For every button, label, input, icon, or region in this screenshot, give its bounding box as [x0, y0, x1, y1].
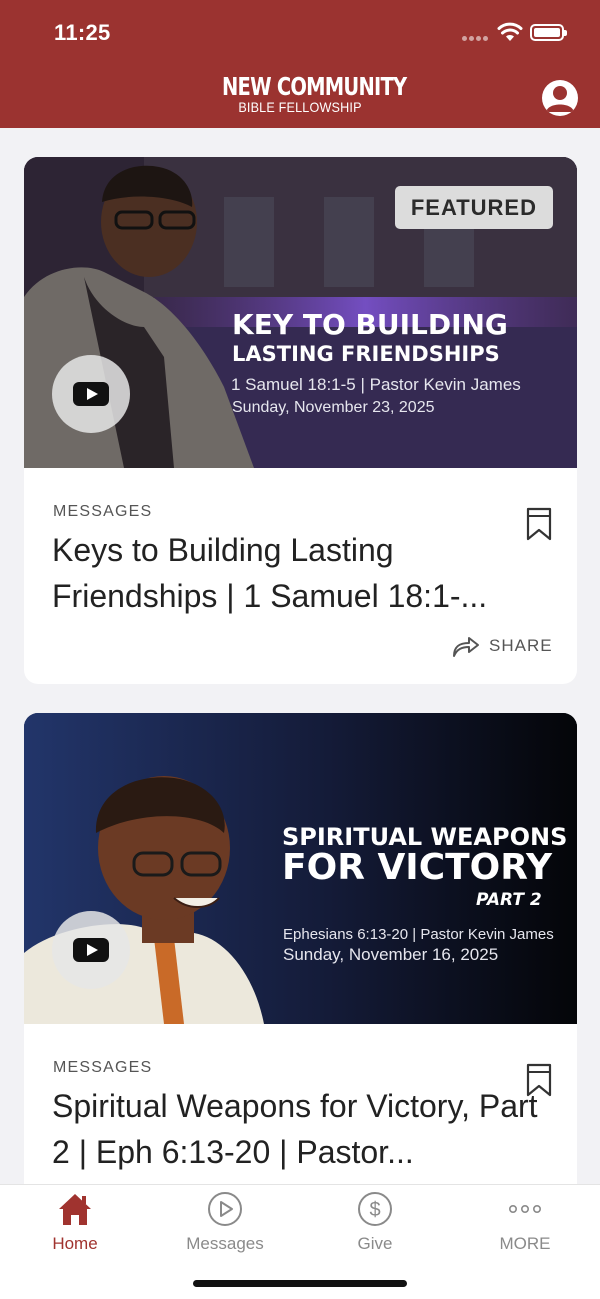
- message-card[interactable]: SPIRITUAL WEAPONS FOR VICTORY PART 2 Eph…: [24, 713, 577, 1233]
- share-label: SHARE: [489, 636, 553, 655]
- message-card[interactable]: FEATURED KEY TO BUILDING LASTING FRIENDS…: [24, 157, 577, 684]
- tab-home[interactable]: Home: [0, 1185, 150, 1265]
- tab-give[interactable]: $ Give: [300, 1185, 450, 1265]
- tab-messages-label: Messages: [186, 1234, 264, 1253]
- bookmark-icon[interactable]: [526, 507, 552, 541]
- tab-home-label: Home: [52, 1234, 98, 1253]
- thumbnail-date: Sunday, November 16, 2025: [283, 945, 499, 964]
- play-icon: [73, 382, 109, 406]
- play-circle-icon: [208, 1192, 242, 1226]
- message-thumbnail[interactable]: SPIRITUAL WEAPONS FOR VICTORY PART 2 Eph…: [24, 713, 577, 1024]
- status-time: 11:25: [54, 20, 111, 45]
- play-button[interactable]: [52, 355, 130, 433]
- profile-button[interactable]: [542, 80, 578, 116]
- home-icon: [59, 1194, 91, 1225]
- tab-give-label: Give: [357, 1234, 393, 1253]
- wifi-icon: [497, 22, 523, 41]
- logo-line-1: NEW COMMUNITY: [222, 72, 407, 101]
- thumbnail-title-line-2: FOR VICTORY: [282, 847, 553, 888]
- message-thumbnail[interactable]: FEATURED KEY TO BUILDING LASTING FRIENDS…: [24, 157, 577, 468]
- dollar-circle-icon: $: [358, 1192, 392, 1226]
- message-title[interactable]: Keys to Building Lasting Friendships | 1…: [52, 527, 552, 619]
- app-header: 11:25 NEW COMMUNITY BIBLE FELLOWSHIP: [0, 0, 600, 128]
- cellular-signal-icon: [462, 36, 490, 41]
- svg-text:$: $: [369, 1199, 380, 1221]
- featured-badge: FEATURED: [394, 186, 553, 229]
- message-category: MESSAGES: [53, 1059, 153, 1076]
- message-title[interactable]: Spiritual Weapons for Victory, Part 2 | …: [52, 1083, 552, 1175]
- church-logo[interactable]: NEW COMMUNITY BIBLE FELLOWSHIP: [200, 72, 407, 115]
- home-indicator[interactable]: [193, 1280, 407, 1287]
- tab-more[interactable]: MORE: [450, 1185, 600, 1265]
- bookmark-icon[interactable]: [526, 1063, 552, 1097]
- thumbnail-title-line-2: LASTING FRIENDSHIPS: [232, 342, 500, 366]
- thumbnail-scripture: Ephesians 6:13-20 | Pastor Kevin James: [283, 926, 554, 943]
- tab-more-label: MORE: [499, 1234, 551, 1253]
- status-bar: 11:25: [0, 0, 600, 64]
- person-icon: [546, 86, 574, 112]
- thumbnail-title-line-3: PART 2: [476, 890, 542, 910]
- thumbnail-title-line-1: KEY TO BUILDING: [232, 308, 508, 341]
- battery-icon: [530, 24, 567, 41]
- thumbnail-scripture: 1 Samuel 18:1-5 | Pastor Kevin James: [231, 375, 521, 394]
- more-dots-icon: [508, 1205, 541, 1214]
- play-icon: [73, 938, 109, 962]
- thumbnail-date: Sunday, November 23, 2025: [232, 399, 435, 416]
- message-category: MESSAGES: [53, 503, 153, 520]
- logo-line-2: BIBLE FELLOWSHIP: [238, 99, 362, 115]
- share-arrow-icon: [453, 637, 479, 657]
- tab-messages[interactable]: Messages: [150, 1185, 300, 1265]
- play-button[interactable]: [52, 911, 130, 989]
